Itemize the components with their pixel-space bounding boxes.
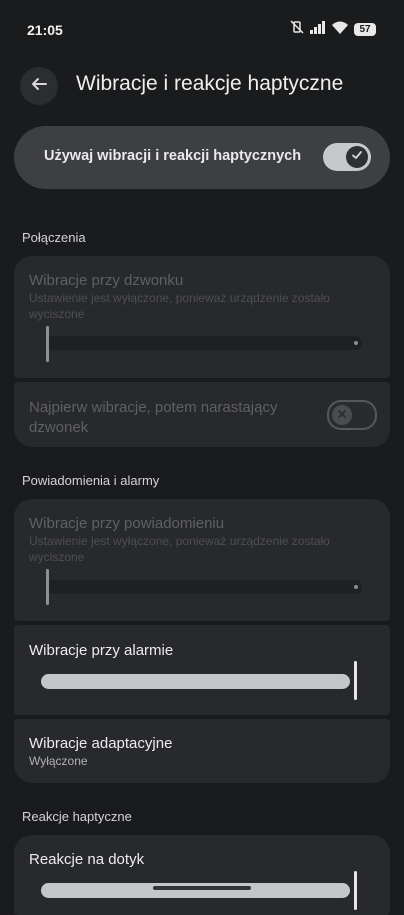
notification-vibration-slider-track[interactable] [46,580,362,594]
page-title: Wibracje i reakcje haptyczne [76,72,344,95]
notification-vibration-title: Wibracje przy powiadomieniu [29,515,225,532]
slider-stop-dot [354,341,358,345]
section-title-calls: Połączenia [22,230,86,245]
back-button[interactable] [20,67,58,105]
section-title-notifications: Powiadomienia i alarmy [22,473,160,488]
close-icon [337,406,347,424]
alarm-vibration-card: Wibracje przy alarmie [14,625,390,715]
touch-feedback-slider-handle[interactable] [354,871,357,910]
section-title-haptics: Reakcje haptyczne [22,809,132,824]
ring-vibration-slider-handle[interactable] [46,326,49,362]
slider-stop-dot [354,585,358,589]
ramp-ringer-switch[interactable] [327,400,377,430]
status-icons: 57 [290,20,376,39]
gesture-navigation-bar [153,886,251,890]
master-toggle-card[interactable]: Używaj wibracji i reakcji haptycznych [14,126,390,189]
signal-icon [310,20,326,39]
ring-vibration-card: Wibracje przy dzwonku Ustawienie jest wy… [14,256,390,378]
switch-knob [332,405,352,425]
touch-feedback-title: Reakcje na dotyk [29,851,145,868]
adaptive-vibration-title: Wibracje adaptacyjne [29,735,173,752]
adaptive-vibration-value: Wyłączone [29,754,88,768]
touch-feedback-card: Reakcje na dotyk [14,835,390,915]
status-time: 21:05 [27,22,63,38]
ramp-ringer-card: Najpierw wibracje, potem narastający dzw… [14,382,390,447]
master-toggle-label: Używaj wibracji i reakcji haptycznych [44,148,302,164]
switch-knob [346,146,368,168]
ramp-ringer-title: Najpierw wibracje, potem narastający dzw… [29,399,278,436]
adaptive-vibration-card[interactable]: Wibracje adaptacyjne Wyłączone [14,719,390,783]
battery-icon: 57 [354,23,376,36]
vibrate-off-icon [290,20,304,39]
ring-vibration-slider-track[interactable] [46,336,362,350]
notification-vibration-card: Wibracje przy powiadomieniu Ustawienie j… [14,499,390,621]
master-toggle-switch[interactable] [323,143,371,171]
alarm-vibration-slider-handle[interactable] [354,661,357,700]
wifi-icon [332,21,348,39]
arrow-back-icon [30,75,48,98]
notification-vibration-slider-handle[interactable] [46,569,49,605]
alarm-vibration-slider-fill[interactable] [41,674,350,689]
ring-vibration-subtitle: Ustawienie jest wyłączone, ponieważ urzą… [29,291,330,321]
ring-vibration-title: Wibracje przy dzwonku [29,272,184,289]
alarm-vibration-title: Wibracje przy alarmie [29,642,174,659]
notification-vibration-subtitle: Ustawienie jest wyłączone, ponieważ urzą… [29,534,330,564]
check-icon [351,148,363,166]
